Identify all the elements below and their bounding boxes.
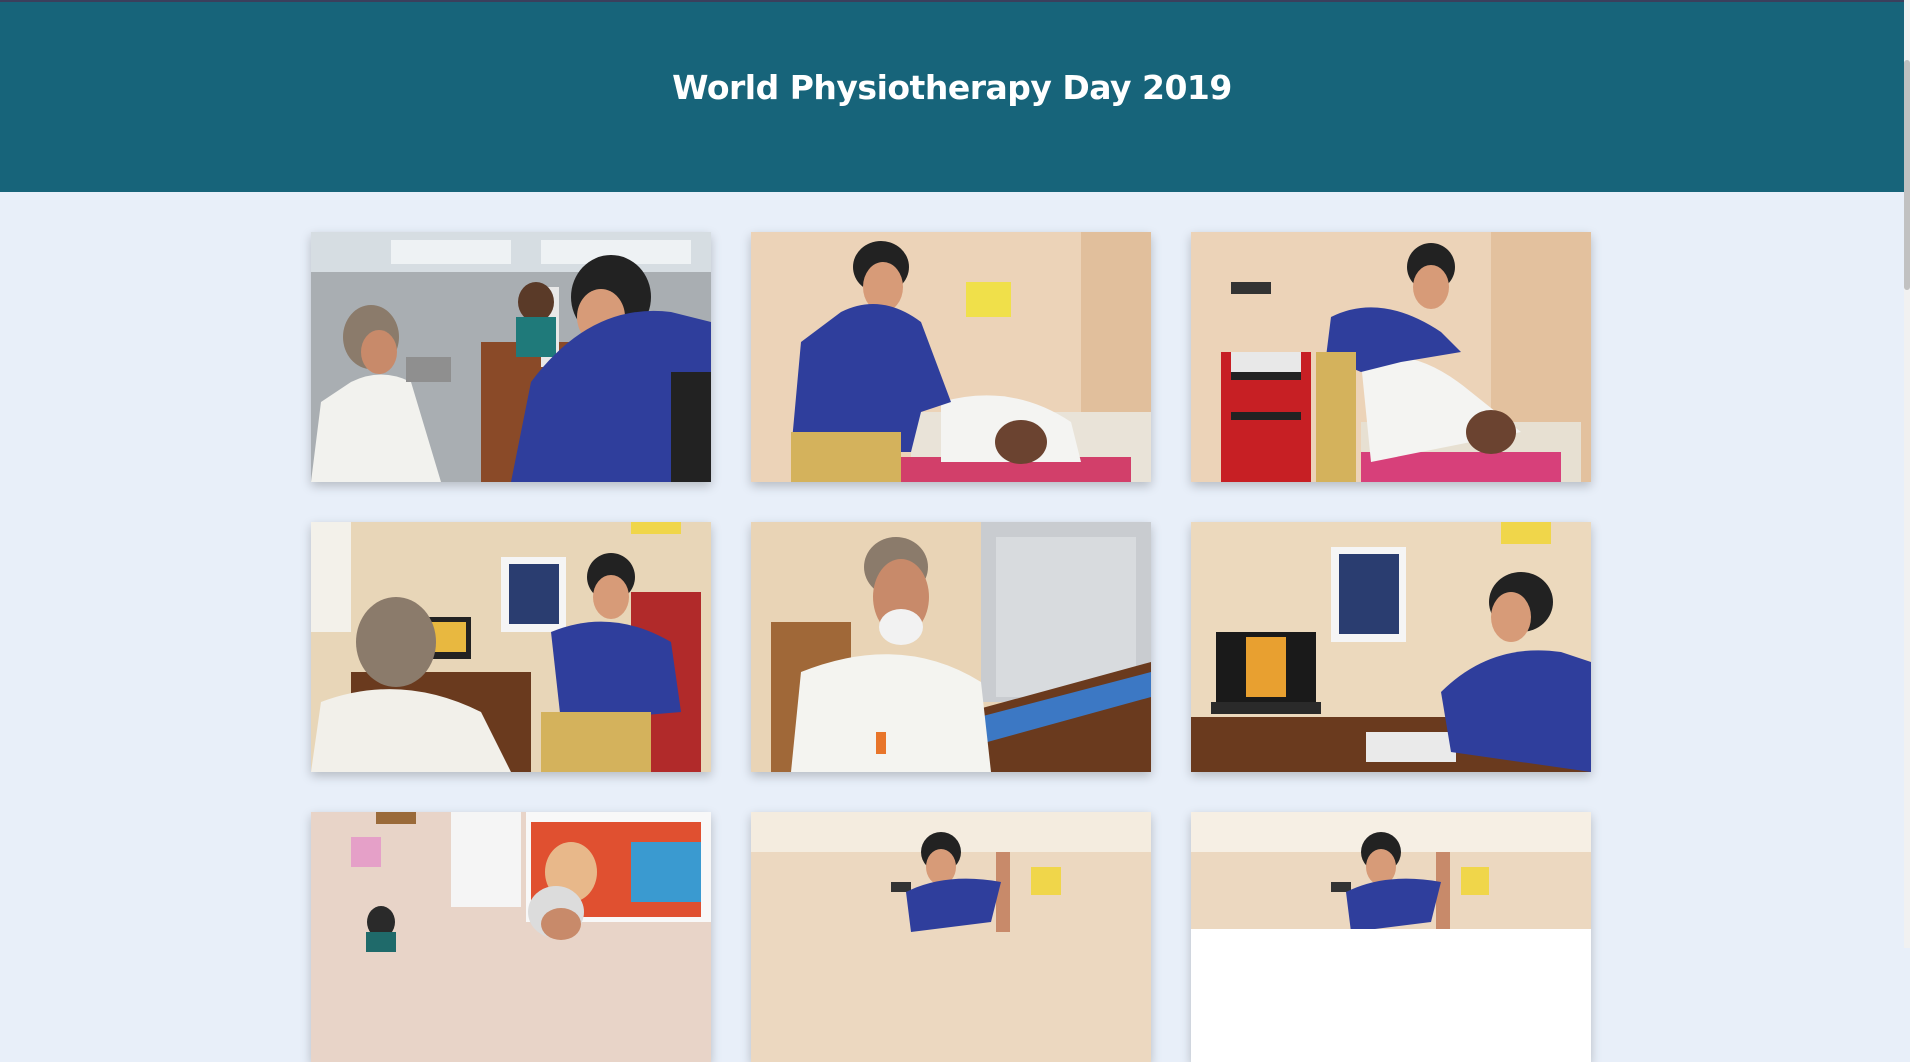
photo-treatment-bed [751,232,1151,482]
scrollbar-thumb[interactable] [1904,60,1910,290]
gallery-photo-6[interactable] [1191,522,1591,772]
gallery-photo-8[interactable] [751,812,1151,1062]
scrollbar[interactable] [1904,0,1910,948]
photo-patient-seated [751,522,1151,772]
page-header: World Physiotherapy Day 2019 [0,2,1904,192]
photo-leg-stretch [751,812,1151,1062]
photo-bp-check [311,232,711,482]
gallery-photo-2[interactable] [751,232,1151,482]
gallery-photo-5[interactable] [751,522,1151,772]
gallery-photo-7[interactable] [311,812,711,1062]
photo-poster-room [311,812,711,1062]
gallery-photo-3[interactable] [1191,232,1591,482]
page-title: World Physiotherapy Day 2019 [672,67,1232,107]
photo-leg-stretch-2 [1191,812,1591,1062]
photo-consultation-desk [311,522,711,772]
photo-knee-treatment [1191,232,1591,482]
gallery-photo-4[interactable] [311,522,711,772]
gallery-photo-1[interactable] [311,232,711,482]
photo-doctor-at-laptop [1191,522,1591,772]
gallery-photo-9[interactable] [1191,812,1591,1062]
